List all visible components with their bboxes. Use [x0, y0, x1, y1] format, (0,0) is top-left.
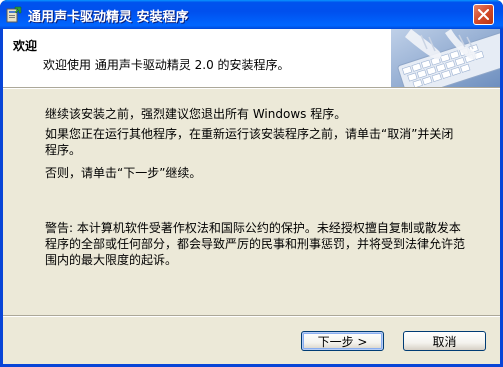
close-button[interactable] — [473, 4, 494, 25]
instruction-paragraph: 继续该安装之前，强烈建议您退出所有 Windows 程序。 — [45, 107, 347, 121]
next-button[interactable]: 下一步 > — [301, 331, 384, 351]
wizard-header: 欢迎 欢迎使用 通用声卡驱动精灵 2.0 的安装程序。 — [3, 29, 500, 87]
close-icon — [478, 9, 489, 20]
instruction-paragraph: 否则，请单击“下一步”继续。 — [45, 166, 202, 180]
title-bar[interactable]: 通用声卡驱动精灵 安装程序 — [0, 0, 503, 29]
cancel-button[interactable]: 取消 — [403, 331, 486, 351]
installer-window: 通用声卡驱动精灵 安装程序 欢迎 欢迎使用 通用声卡驱动精灵 2.0 的安装程序… — [0, 0, 503, 367]
header-separator-highlight — [3, 88, 500, 89]
installer-app-icon — [6, 6, 22, 23]
instruction-paragraph: 如果您正在运行其他程序，在重新运行该安装程序之前，请单击“取消”并关闭程序。 — [45, 127, 454, 157]
keyboard-hands-image — [391, 29, 500, 87]
copyright-warning: 警告: 本计算机软件受著作权法和国际公约的保护。未经授权擅自复制或散发本程序的全… — [45, 221, 466, 267]
footer-separator-highlight — [3, 316, 500, 317]
window-client-area: 欢迎 欢迎使用 通用声卡驱动精灵 2.0 的安装程序。 继续该安装之前，强烈建议… — [3, 29, 500, 364]
window-title: 通用声卡驱动精灵 安装程序 — [28, 10, 189, 25]
header-subtitle: 欢迎使用 通用声卡驱动精灵 2.0 的安装程序。 — [43, 58, 290, 72]
header-title: 欢迎 — [13, 39, 38, 53]
